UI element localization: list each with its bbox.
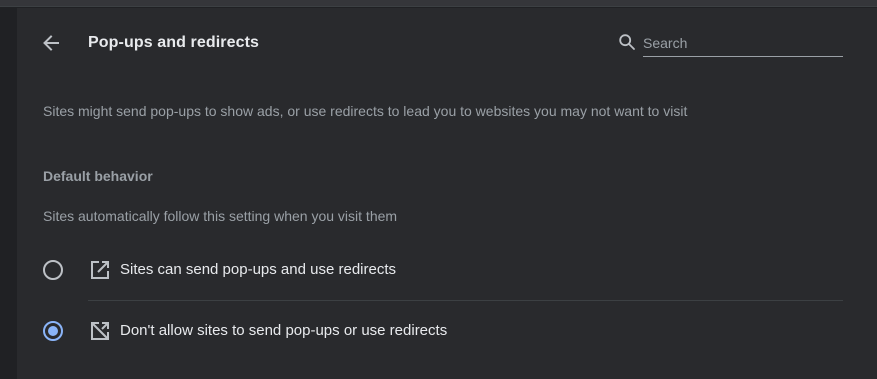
open-in-new-icon	[91, 261, 109, 279]
search-input[interactable]	[643, 30, 843, 57]
open-in-new-off-icon	[91, 322, 109, 340]
radio-allow-popups[interactable]	[43, 260, 63, 280]
search-box[interactable]	[618, 30, 843, 58]
option-label: Don't allow sites to send pop-ups or use…	[120, 322, 448, 339]
radio-block-popups[interactable]	[43, 321, 63, 341]
option-block-popups[interactable]: Don't allow sites to send pop-ups or use…	[37, 303, 847, 359]
option-allow-popups[interactable]: Sites can send pop-ups and use redirects	[37, 242, 847, 298]
page-title: Pop-ups and redirects	[88, 34, 260, 51]
settings-card: Pop-ups and redirects Sites might send p…	[17, 8, 877, 379]
page-header: Pop-ups and redirects	[17, 8, 877, 78]
back-button[interactable]	[37, 29, 65, 57]
window-top-strip	[0, 0, 877, 7]
search-icon[interactable]	[618, 33, 636, 51]
section-subtitle: Sites automatically follow this setting …	[43, 208, 398, 224]
arrow-back-icon	[43, 35, 59, 51]
section-title-default-behavior: Default behavior	[43, 168, 153, 184]
page-description: Sites might send pop-ups to show ads, or…	[43, 103, 688, 119]
option-divider	[88, 300, 843, 301]
option-label: Sites can send pop-ups and use redirects	[120, 261, 396, 278]
